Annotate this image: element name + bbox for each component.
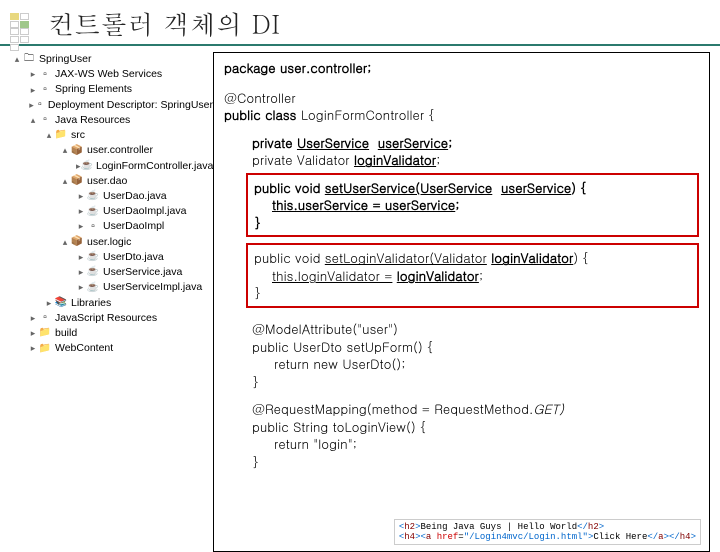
package-icon: 📦	[70, 145, 84, 157]
project-tree[interactable]: ▴🗀 SpringUser ▸▫JAX-WS Web Services▸▫Spr…	[8, 52, 213, 552]
tree-label: src	[71, 128, 85, 143]
html-snippet-inset: <h2>Being Java Guys | Hello World</h2> <…	[394, 519, 701, 545]
package-icon: 📦	[70, 175, 84, 187]
tree-label: UserDaoImpl	[103, 219, 164, 234]
tree-item[interactable]: ▸▫UserDaoImpl	[8, 219, 213, 234]
tree-item[interactable]: ▸▫JavaScript Resources	[8, 311, 213, 326]
tree-item[interactable]: ▸▫Spring Elements	[8, 82, 213, 97]
java-file-icon: ☕	[86, 206, 100, 218]
code-line: }	[254, 284, 691, 302]
java-file-icon: ☕	[86, 282, 100, 294]
tree-item[interactable]: ▸☕LoginFormController.java	[8, 159, 213, 174]
tree-label: UserService.java	[103, 265, 182, 280]
tree-label: Deployment Descriptor: SpringUser	[48, 98, 213, 113]
tree-item[interactable]: ▴📦user.logic	[8, 235, 213, 250]
code-block: package user.controller; @Controller pub…	[214, 53, 709, 476]
java-file-icon: ☕	[86, 251, 100, 263]
tree-item[interactable]: ▸☕UserDao.java	[8, 189, 213, 204]
code-line: this.loginValidator = loginValidator;	[254, 267, 691, 285]
project-icon: 🗀	[22, 54, 36, 66]
node-icon: ▫	[38, 69, 52, 81]
code-line: @RequestMapping(method = RequestMethod.G…	[224, 400, 699, 418]
tree-label: JavaScript Resources	[55, 311, 157, 326]
folder-icon: 📁	[38, 328, 52, 340]
tree-label: user.dao	[87, 174, 127, 189]
tree-label: LoginFormController.java	[96, 159, 213, 174]
slide-title: 컨트롤러 객체의 DI	[48, 6, 280, 42]
node-icon: ▫	[86, 221, 100, 233]
tree-item[interactable]: ▸▫Deployment Descriptor: SpringUser	[8, 98, 213, 113]
tree-item[interactable]: ▸☕UserService.java	[8, 265, 213, 280]
code-line: }	[224, 373, 699, 391]
tree-item[interactable]: ▸📁WebContent	[8, 341, 213, 356]
code-line: return new UserDto();	[224, 355, 699, 373]
code-line: @Controller	[224, 89, 699, 107]
node-icon: ▫	[38, 84, 52, 96]
highlighted-code-box: public void setUserService(UserService u…	[246, 173, 699, 238]
tree-label: UserDaoImpl.java	[103, 204, 186, 219]
tree-label: Spring Elements	[55, 82, 132, 97]
folder-icon: 📁	[38, 343, 52, 355]
code-line: public void setUserService(UserService u…	[254, 179, 691, 197]
snippet-line: <h2>Being Java Guys | Hello World</h2>	[399, 522, 696, 532]
tree-label: WebContent	[55, 341, 113, 356]
code-line: }	[254, 214, 691, 232]
package-icon: 📦	[70, 236, 84, 248]
tree-label: user.logic	[87, 235, 131, 250]
tree-label: UserDao.java	[103, 189, 167, 204]
code-line: private Validator loginValidator;	[224, 151, 699, 169]
tree-label: user.controller	[87, 143, 153, 158]
title-bullet-icon	[10, 13, 38, 35]
highlighted-code-box: public void setLoginValidator(Validator …	[246, 243, 699, 308]
tree-project[interactable]: ▴🗀 SpringUser	[8, 52, 213, 67]
tree-item[interactable]: ▸📚Libraries	[8, 296, 213, 311]
tree-label: UserServiceImpl.java	[103, 280, 202, 295]
library-icon: 📚	[54, 297, 68, 309]
java-file-icon: ☕	[86, 267, 100, 279]
tree-label: SpringUser	[39, 52, 92, 67]
code-line: public void setLoginValidator(Validator …	[254, 249, 691, 267]
slide: 컨트롤러 객체의 DI ▴🗀 SpringUser ▸▫JAX-WS Web S…	[0, 0, 720, 540]
code-panel: package user.controller; @Controller pub…	[213, 52, 710, 552]
code-line: public class LoginFormController {	[224, 106, 699, 124]
tree-item[interactable]: ▴📁src	[8, 128, 213, 143]
node-icon: ▫	[35, 99, 45, 111]
code-line: package user.controller;	[224, 59, 699, 77]
tree-item[interactable]: ▸▫JAX-WS Web Services	[8, 67, 213, 82]
code-line: this.userService = userService;	[254, 196, 691, 214]
content-area: ▴🗀 SpringUser ▸▫JAX-WS Web Services▸▫Spr…	[0, 46, 720, 552]
tree-item[interactable]: ▸☕UserDaoImpl.java	[8, 204, 213, 219]
tree-label: JAX-WS Web Services	[55, 67, 162, 82]
code-line: @ModelAttribute("user")	[224, 320, 699, 338]
code-line: public String toLoginView() {	[224, 418, 699, 436]
code-line: private UserService userService;	[224, 134, 699, 152]
folder-icon: 📁	[54, 130, 68, 142]
tree-item[interactable]: ▸📁build	[8, 326, 213, 341]
code-line: public UserDto setUpForm() {	[224, 338, 699, 356]
java-file-icon: ☕	[81, 160, 93, 172]
tree-item[interactable]: ▴📦user.controller	[8, 143, 213, 158]
tree-item[interactable]: ▴▫Java Resources	[8, 113, 213, 128]
tree-label: build	[55, 326, 77, 341]
code-line: return "login";	[224, 435, 699, 453]
node-icon: ▫	[38, 114, 52, 126]
node-icon: ▫	[38, 312, 52, 324]
tree-label: UserDto.java	[103, 250, 164, 265]
title-row: 컨트롤러 객체의 DI	[0, 0, 720, 46]
tree-label: Java Resources	[55, 113, 130, 128]
tree-item[interactable]: ▴📦user.dao	[8, 174, 213, 189]
code-line: }	[224, 453, 699, 471]
tree-label: Libraries	[71, 296, 111, 311]
java-file-icon: ☕	[86, 191, 100, 203]
tree-item[interactable]: ▸☕UserServiceImpl.java	[8, 280, 213, 295]
snippet-line: <h4><a href="/Login4mvc/Login.html">Clic…	[399, 532, 696, 542]
tree-item[interactable]: ▸☕UserDto.java	[8, 250, 213, 265]
